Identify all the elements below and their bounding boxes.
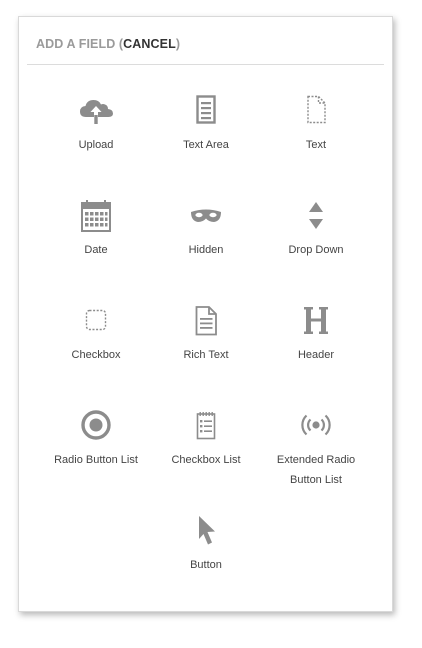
- field-radio-button-list[interactable]: Radio Button List: [41, 410, 151, 470]
- heading-h-icon: [296, 305, 336, 339]
- mask-icon: [186, 200, 226, 234]
- cursor-arrow-icon: [186, 515, 226, 549]
- add-field-panel: ADD A FIELD (CANCEL) Upload Text Area Te…: [18, 16, 393, 612]
- field-label: Text: [305, 139, 327, 151]
- field-date[interactable]: Date: [41, 200, 151, 260]
- field-text-area[interactable]: Text Area: [151, 95, 261, 155]
- cancel-link[interactable]: CANCEL: [123, 37, 176, 51]
- cloud-upload-icon: [76, 95, 116, 129]
- header-divider: [27, 64, 384, 65]
- dashed-square-icon: [76, 305, 116, 339]
- text-page-icon: [296, 95, 336, 129]
- field-text[interactable]: Text: [261, 95, 371, 155]
- field-label: Rich Text: [183, 349, 229, 361]
- broadcast-icon: [296, 410, 336, 444]
- field-label: Header: [297, 349, 335, 361]
- field-label: Radio Button List: [54, 454, 138, 466]
- panel-title: ADD A FIELD (CANCEL): [36, 37, 181, 51]
- field-label: Drop Down: [288, 244, 344, 256]
- document-icon: [186, 305, 226, 339]
- field-header[interactable]: Header: [261, 305, 371, 365]
- field-upload[interactable]: Upload: [41, 95, 151, 155]
- field-label: Upload: [78, 139, 114, 151]
- radio-button-icon: [76, 410, 116, 444]
- notepad-list-icon: [186, 410, 226, 444]
- text-area-icon: [186, 95, 226, 129]
- field-extended-radio-button-list[interactable]: Extended Radio Button List: [261, 410, 371, 490]
- field-button[interactable]: Button: [151, 515, 261, 575]
- field-label: Checkbox List: [171, 454, 241, 466]
- field-label: Extended Radio Button List: [276, 454, 356, 486]
- field-checkbox[interactable]: Checkbox: [41, 305, 151, 365]
- field-label: Button: [190, 559, 222, 571]
- field-rich-text[interactable]: Rich Text: [151, 305, 261, 365]
- up-down-arrows-icon: [296, 200, 336, 234]
- field-drop-down[interactable]: Drop Down: [261, 200, 371, 260]
- field-checkbox-list[interactable]: Checkbox List: [151, 410, 261, 470]
- field-label: Checkbox: [71, 349, 121, 361]
- field-label: Hidden: [188, 244, 224, 256]
- field-label: Text Area: [183, 139, 229, 151]
- field-label: Date: [84, 244, 108, 256]
- field-hidden[interactable]: Hidden: [151, 200, 261, 260]
- calendar-icon: [76, 200, 116, 234]
